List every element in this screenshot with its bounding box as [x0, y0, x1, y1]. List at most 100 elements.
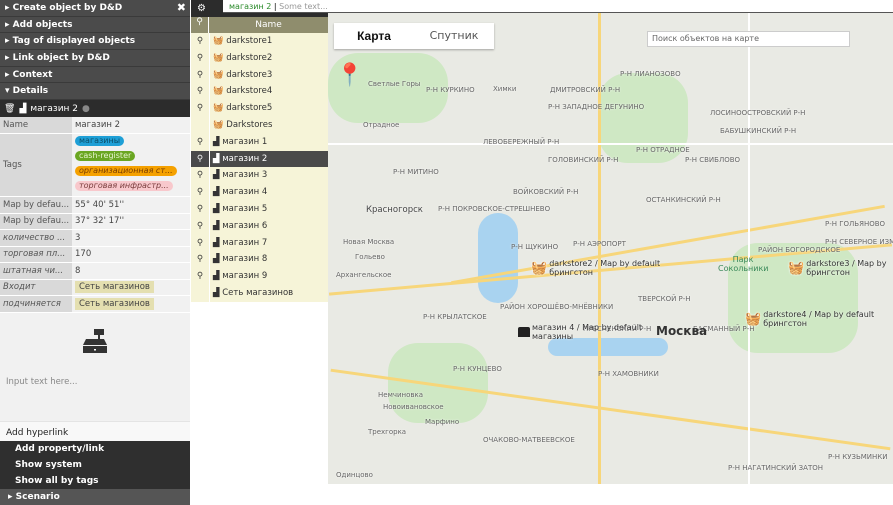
map-label: Р-Н ОТРАДНОЕ	[636, 146, 690, 154]
prop-value[interactable]: 170	[72, 246, 190, 264]
tag-badge[interactable]: организационная ст...	[75, 166, 177, 177]
map-label: ЛЕВОБЕРЕЖНЫЙ Р-Н	[483, 138, 560, 146]
tag-badge[interactable]: торговая инфрастр...	[75, 181, 173, 192]
add-hyperlink-button[interactable]: Add hyperlink	[0, 420, 190, 441]
list-item[interactable]: 🧺 Darkstores	[191, 116, 328, 134]
list-item[interactable]: ⚲ 🧺 darkstore4	[191, 83, 328, 101]
list-item[interactable]: ⚲ ▟ магазин 8	[191, 251, 328, 269]
prop-key: подчиняется	[0, 295, 72, 313]
map-pin-icon[interactable]: ⚲	[191, 167, 209, 184]
map-pin-icon[interactable]: ⚲	[191, 134, 209, 151]
list-item-cell: ▟ магазин 6	[209, 217, 328, 235]
list-item[interactable]: ⚲ ▟ магазин 6	[191, 217, 328, 235]
list-item[interactable]: ⚲ 🧺 darkstore1	[191, 33, 328, 50]
prop-row: подчиняется Сеть магазинов	[0, 295, 190, 313]
list-item-label: Darkstores	[226, 119, 273, 130]
location-pin-icon[interactable]: 📍	[336, 63, 363, 88]
object-search-bar[interactable]: магазин 2 | Some text...	[223, 0, 893, 13]
map-marker[interactable]: 🧺 darkstore4 / Map by default брингстон	[745, 310, 874, 328]
list-item[interactable]: ⚲ 🧺 darkstore3	[191, 66, 328, 84]
menu-tag-objects[interactable]: ▸ Tag of displayed objects	[0, 33, 190, 51]
show-all-by-tags-button[interactable]: Show all by tags	[0, 472, 190, 489]
list-item-cell: 🧺 darkstore5	[209, 100, 328, 117]
prop-value[interactable]: 55° 40' 51''	[72, 196, 190, 214]
map-label: Р-Н КРЫЛАТСКОЕ	[423, 313, 487, 321]
menu-scenario[interactable]: ▸ Scenario	[0, 488, 190, 505]
list-item[interactable]: ⚲ ▟ магазин 5	[191, 200, 328, 218]
tab-satellite[interactable]: Спутник	[414, 23, 494, 49]
map-label: Р-Н АЭРОПОРТ	[573, 240, 626, 248]
map-pin-icon[interactable]: ⚲	[191, 235, 209, 252]
menu-link-object[interactable]: ▸ Link object by D&D	[0, 50, 190, 67]
map-pin-icon[interactable]: ⚲	[191, 151, 209, 168]
tag-badge[interactable]: cash-register	[75, 151, 136, 162]
map-label: Р-Н НАГАТИНСКИЙ ЗАТОН	[728, 464, 824, 472]
tab-map[interactable]: Карта	[334, 23, 414, 49]
prop-row: количество ... 3	[0, 229, 190, 247]
prop-value[interactable]: 37° 32' 17''	[72, 213, 190, 231]
search-placeholder[interactable]: Some text...	[279, 2, 328, 11]
list-item-label: darkstore4	[226, 86, 273, 97]
list-item[interactable]: ▟ Сеть магазинов	[191, 284, 328, 302]
empty-cell	[191, 285, 209, 302]
gear-icon[interactable]: ⚙	[197, 3, 206, 14]
map-pin-icon[interactable]: ⚲	[191, 83, 209, 100]
trash-icon[interactable]: 🗑	[4, 104, 15, 114]
menu-add-objects[interactable]: ▸ Add objects	[0, 16, 190, 34]
menu-create-object[interactable]: ▸ Create object by D&D ✖	[0, 0, 190, 17]
add-property-link-button[interactable]: Add property/link	[0, 440, 190, 457]
map-label: Красногорск	[366, 205, 423, 215]
list-item[interactable]: ⚲ ▟ магазин 1	[191, 133, 328, 151]
list-item[interactable]: ⚲ ▟ магазин 2	[191, 150, 328, 168]
map-label: Архангельское	[336, 271, 392, 279]
list-item[interactable]: ⚲ 🧺 darkstore2	[191, 49, 328, 67]
marker-sublabel: брингстон	[763, 319, 808, 328]
link-chip[interactable]: Сеть магазинов	[75, 281, 154, 294]
list-item[interactable]: ⚲ 🧺 darkstore5	[191, 100, 328, 117]
map-pin-icon[interactable]: ⚲	[191, 33, 209, 50]
map-pin-icon[interactable]: ⚲	[191, 201, 209, 218]
name-column-header[interactable]: Name	[209, 17, 328, 33]
menu-details[interactable]: ▾ Details	[0, 83, 190, 101]
list-item-cell: 🧺 darkstore1	[209, 33, 328, 50]
map-pin-icon[interactable]: ⚲	[191, 268, 209, 285]
pin-column-icon[interactable]: ⚲	[191, 17, 209, 33]
cash-register-icon: ▟	[213, 220, 220, 231]
menu-context[interactable]: ▸ Context	[0, 66, 190, 84]
link-chip[interactable]: Сеть магазинов	[75, 297, 154, 310]
prop-value[interactable]: магазин 2	[72, 117, 190, 135]
map-pin-icon[interactable]: ⚲	[191, 67, 209, 84]
marker-label: darkstore3 / Map by	[806, 259, 887, 268]
map-pin-icon[interactable]: ⚲	[191, 100, 209, 117]
map-pin-icon[interactable]: ⚲	[191, 251, 209, 268]
map-search-input[interactable]: Поиск объектов на карте	[647, 31, 850, 47]
list-item-cell: 🧺 darkstore3	[209, 66, 328, 84]
show-system-button[interactable]: Show system	[0, 456, 190, 473]
description-input[interactable]: Input text here...	[0, 369, 190, 421]
prop-value[interactable]: 3	[72, 229, 190, 247]
map-label: ДМИТРОВСКИЙ Р-Н	[550, 86, 621, 94]
list-item[interactable]: ⚲ ▟ магазин 7	[191, 234, 328, 252]
map[interactable]: Карта Спутник Поиск объектов на карте 📍 …	[328, 13, 893, 484]
map-marker[interactable]: магазин 4 / Map by default магазины	[518, 323, 642, 341]
map-pin-icon[interactable]: ⚲	[191, 184, 209, 201]
list-item[interactable]: ⚲ ▟ магазин 9	[191, 268, 328, 285]
list-item-cell: 🧺 Darkstores	[209, 116, 328, 134]
map-marker[interactable]: 🧺 darkstore2 / Map by default брингстон	[531, 259, 660, 277]
map-marker[interactable]: 🧺 darkstore3 / Map by брингстон	[788, 259, 886, 277]
map-type-switch: Карта Спутник	[334, 23, 494, 49]
map-pin-icon[interactable]: ⚲	[191, 218, 209, 235]
prop-key: Tags	[0, 133, 72, 198]
lightbulb-icon[interactable]: ●	[82, 104, 90, 114]
list-item[interactable]: ⚲ ▟ магазин 3	[191, 167, 328, 185]
map-pin-icon[interactable]: ⚲	[191, 50, 209, 67]
tag-badge[interactable]: магазины	[75, 136, 125, 147]
list-item-cell: ▟ Сеть магазинов	[209, 284, 328, 302]
list-item[interactable]: ⚲ ▟ магазин 4	[191, 184, 328, 201]
list-item-cell: ▟ магазин 8	[209, 251, 328, 269]
basket-icon: 🧺	[745, 311, 762, 327]
close-icon[interactable]: ✖	[177, 0, 186, 17]
map-label: Р-Н ГОЛЬЯНОВО	[825, 220, 886, 228]
list-item-cell: 🧺 darkstore2	[209, 49, 328, 67]
prop-value[interactable]: 8	[72, 262, 190, 280]
